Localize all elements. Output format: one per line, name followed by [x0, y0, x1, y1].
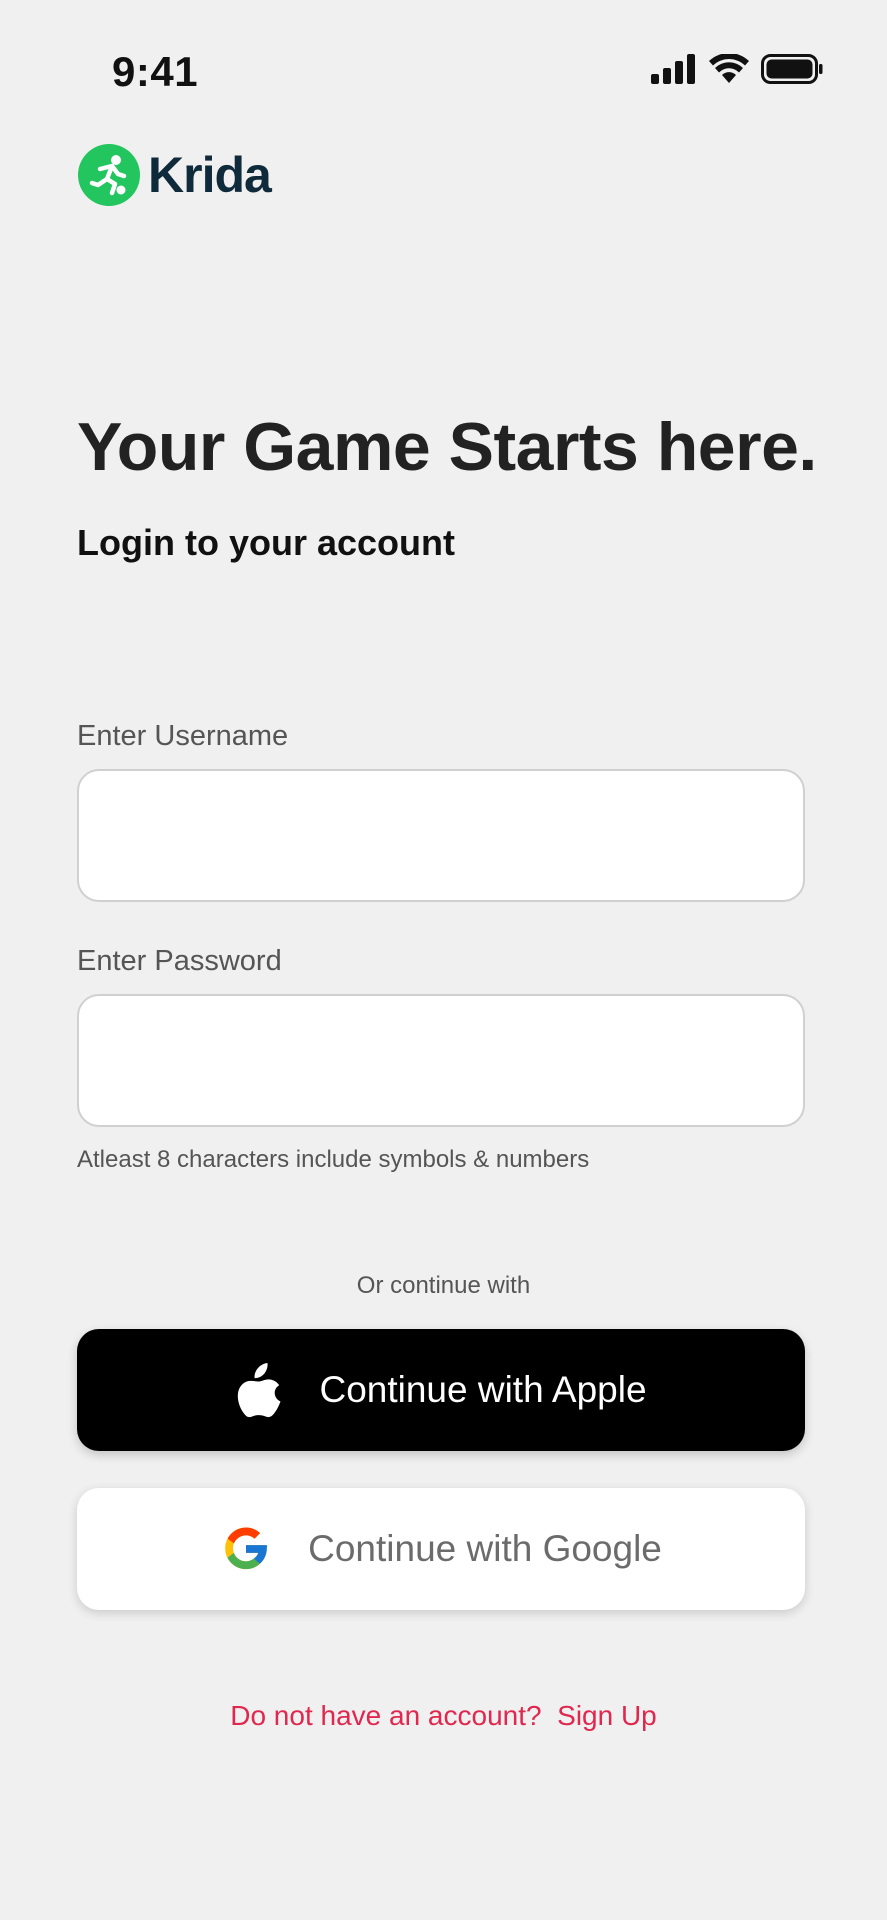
wifi-icon: [709, 54, 749, 83]
password-input[interactable]: [77, 994, 805, 1127]
battery-icon: [761, 54, 823, 84]
status-time: 9:41: [112, 48, 199, 95]
status-bar: 9:41: [0, 0, 887, 120]
username-input[interactable]: [77, 769, 805, 902]
username-label: Enter Username: [77, 720, 289, 752]
password-label: Enter Password: [77, 945, 282, 977]
signup-link[interactable]: Sign Up: [557, 1700, 657, 1731]
google-button-label: Continue with Google: [308, 1528, 662, 1569]
signup-row: Do not have an account? Sign Up: [0, 1700, 887, 1732]
continue-with-google-button[interactable]: Continue with Google: [77, 1488, 805, 1610]
brand-logo: Krida: [78, 144, 272, 206]
apple-button-label: Continue with Apple: [319, 1369, 647, 1410]
continue-with-apple-button[interactable]: Continue with Apple: [77, 1329, 805, 1451]
cellular-signal-icon: [651, 54, 695, 84]
page-headline: Your Game Starts here.: [77, 409, 817, 485]
runner-logo-icon: [78, 144, 140, 206]
password-hint: Atleast 8 characters include symbols & n…: [77, 1146, 590, 1173]
page-subtitle: Login to your account: [77, 522, 455, 563]
google-icon: [225, 1527, 268, 1570]
signup-prompt: Do not have an account?: [230, 1700, 542, 1731]
brand-name: Krida: [148, 147, 272, 203]
apple-icon: [238, 1363, 281, 1418]
or-continue-text: Or continue with: [356, 1272, 531, 1299]
status-icons: [651, 54, 823, 84]
